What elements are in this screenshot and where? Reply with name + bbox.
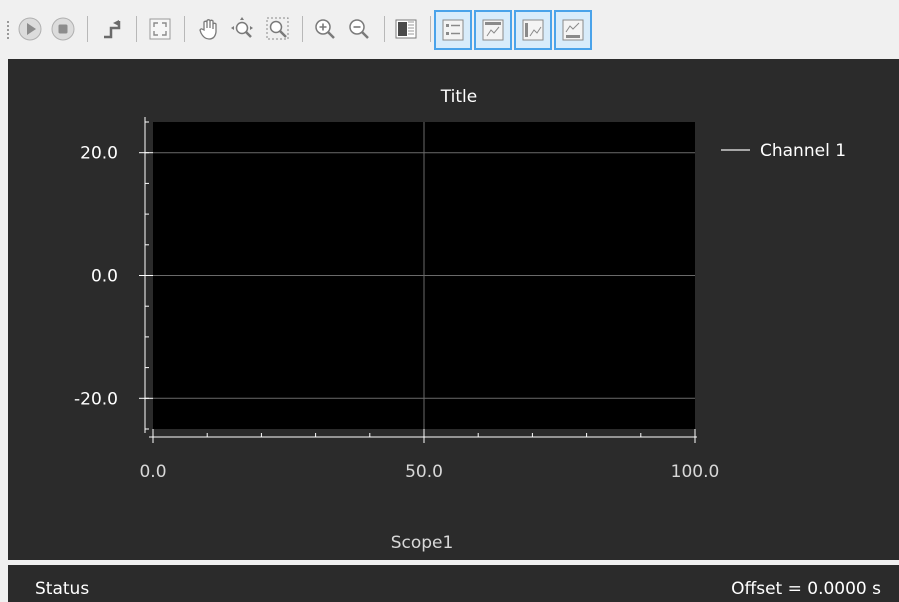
x-tick-label: 100.0 (671, 462, 720, 482)
step-button[interactable] (96, 13, 128, 45)
toolbar-separator (136, 16, 137, 42)
x-axis: 0.0 50.0 100.0 (139, 429, 719, 482)
scope-chart[interactable]: Title 20.0 0.0 -20.0 0.0 50.0 100.0 Channel … (8, 59, 899, 560)
y-axis: 20.0 0.0 -20.0 (74, 117, 153, 433)
trigger-step-icon (104, 20, 121, 39)
fit-view-icon (149, 18, 171, 40)
toolbar-separator (430, 16, 431, 42)
zoom-box-button[interactable] (262, 13, 294, 45)
title-button[interactable] (474, 10, 512, 50)
zoom-xy-button[interactable] (227, 13, 259, 45)
zoom-out-button[interactable] (343, 13, 375, 45)
status-text: Status (35, 579, 90, 599)
chart-title: Title (440, 87, 477, 107)
run-button[interactable] (14, 13, 46, 45)
pan-button[interactable] (193, 13, 225, 45)
play-icon (18, 17, 42, 41)
x-tick-label: 0.0 (139, 462, 166, 482)
legend-button[interactable] (434, 10, 472, 50)
legend-entry: Channel 1 (760, 141, 846, 161)
stop-icon (51, 17, 75, 41)
offset-readout: Offset = 0.0000 s (731, 579, 881, 599)
scope-panel: Title 20.0 0.0 -20.0 0.0 50.0 100.0 Channel … (8, 59, 899, 560)
layout-button[interactable] (390, 13, 422, 45)
fit-button[interactable] (144, 13, 176, 45)
stop-button[interactable] (47, 13, 79, 45)
x-tick-label: 50.0 (405, 462, 443, 482)
y-axis-button[interactable] (514, 10, 552, 50)
legend[interactable]: Channel 1 (721, 141, 846, 161)
hand-icon (199, 19, 217, 40)
x-axis-button[interactable] (554, 10, 592, 50)
y-axis-icon (522, 19, 544, 41)
zoom-in-icon (315, 19, 335, 39)
zoom-in-button[interactable] (309, 13, 341, 45)
y-tick-label: 20.0 (80, 144, 118, 164)
legend-icon (442, 19, 464, 41)
toolbar-grip[interactable] (7, 21, 9, 41)
status-bar: Status Offset = 0.0000 s (8, 565, 899, 602)
toolbar-separator (87, 16, 88, 42)
zoom-box-icon (266, 17, 289, 40)
toolbar (0, 0, 899, 59)
y-tick-label: 0.0 (91, 267, 118, 287)
y-tick-label: -20.0 (74, 389, 118, 409)
x-axis-icon (562, 19, 584, 41)
scope-caption: Scope1 (391, 533, 454, 553)
zoom-xy-icon (231, 17, 253, 38)
zoom-out-icon (349, 19, 369, 39)
toolbar-separator (184, 16, 185, 42)
toolbar-separator (302, 16, 303, 42)
title-icon (482, 19, 504, 41)
toolbar-separator (384, 16, 385, 42)
layout-icon (395, 19, 417, 39)
